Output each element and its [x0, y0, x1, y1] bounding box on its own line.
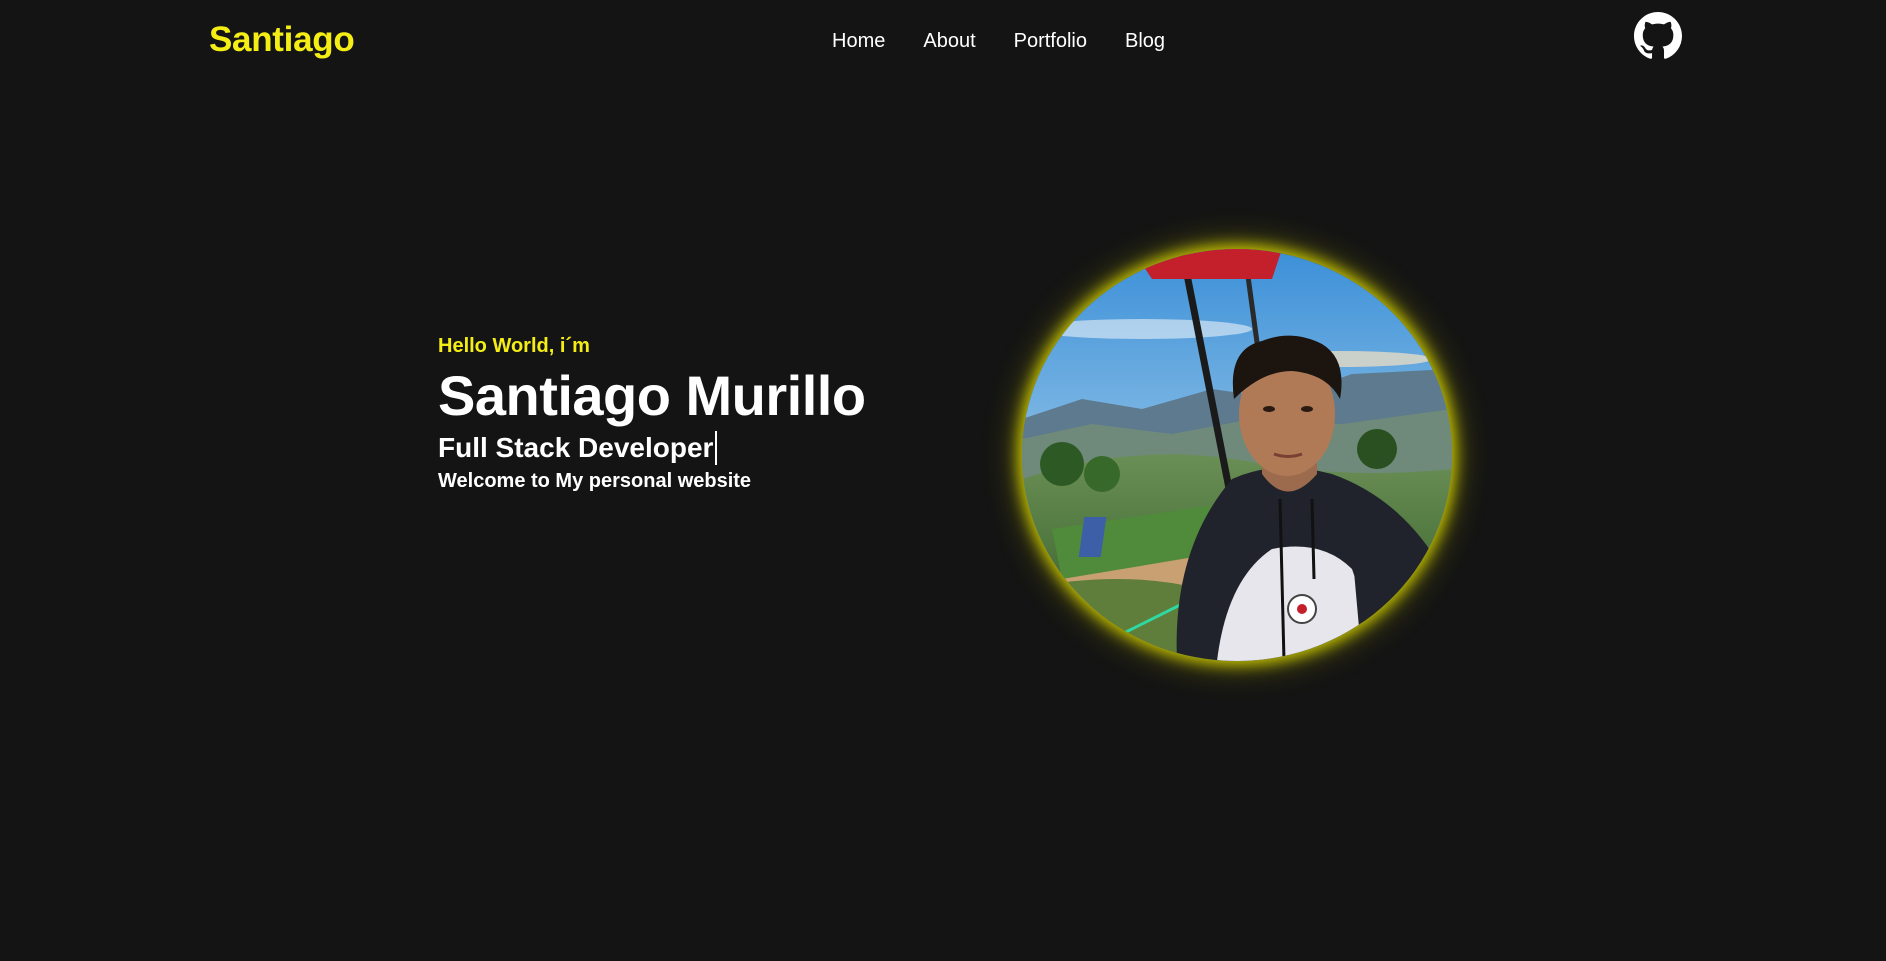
- profile-photo-illustration: [1022, 249, 1452, 661]
- hero-welcome: Welcome to My personal website: [438, 470, 752, 492]
- page: Santiago Home About Portfolio Blog Hello…: [0, 0, 1886, 961]
- hero-greeting: Hello World, i´m: [438, 335, 590, 357]
- site-header: Santiago Home About Portfolio Blog: [0, 0, 1886, 82]
- github-icon[interactable]: [1634, 12, 1682, 60]
- brand-logo[interactable]: Santiago: [209, 16, 355, 64]
- hero-role: Full Stack Developer: [438, 432, 714, 463]
- nav-portfolio-link[interactable]: Portfolio: [1014, 26, 1087, 56]
- nav-home-link[interactable]: Home: [832, 26, 885, 56]
- hero-role-line: Full Stack Developer: [438, 429, 958, 467]
- hero-intro: Hello World, i´m Santiago Murillo Full S…: [438, 331, 958, 495]
- nav-blog-link[interactable]: Blog: [1125, 26, 1165, 56]
- main-nav: Home About Portfolio Blog: [832, 26, 1165, 56]
- typing-caret: [715, 431, 718, 465]
- nav-about-link[interactable]: About: [923, 26, 975, 56]
- hero-name: Santiago Murillo: [438, 364, 866, 427]
- profile-photo: [1022, 249, 1452, 661]
